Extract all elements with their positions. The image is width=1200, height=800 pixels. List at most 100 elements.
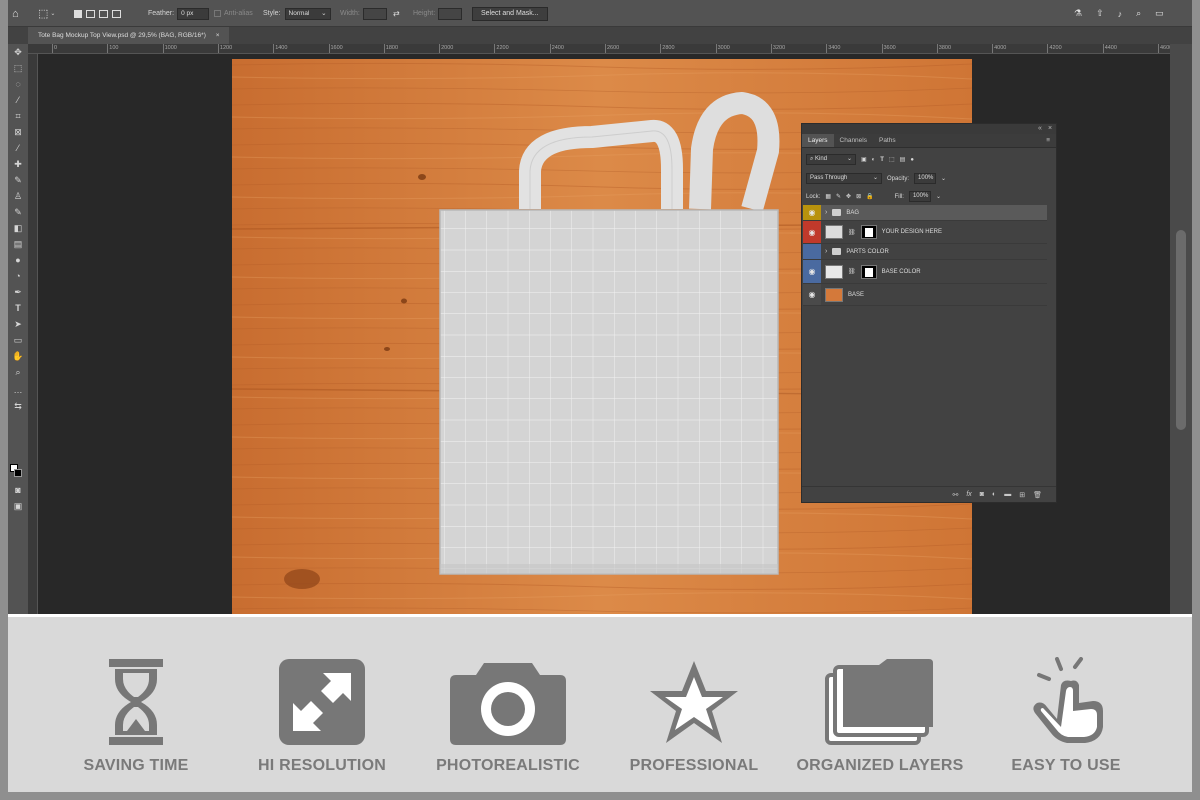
expand-chevron-icon[interactable]: › — [825, 248, 827, 255]
clone-stamp-icon[interactable]: ♙ — [10, 190, 26, 203]
style-select[interactable]: Normal ⌄ — [284, 7, 331, 20]
rectangle-icon[interactable]: ▭ — [10, 334, 26, 347]
rectangular-marquee-icon[interactable]: ⬚ — [10, 62, 26, 75]
adjustment-filter-icon[interactable]: ◐ — [872, 157, 876, 163]
width-input[interactable] — [362, 7, 387, 20]
add-selection-icon[interactable] — [86, 9, 95, 18]
workspace-icon[interactable]: ▭ — [1155, 8, 1164, 19]
add-mask-icon[interactable]: ◙ — [980, 491, 984, 498]
dodge-icon[interactable]: ◔ — [10, 270, 26, 283]
hand-icon[interactable]: ✋ — [10, 350, 26, 363]
layer-name: BAG — [846, 209, 860, 216]
feature-label: PHOTOREALISTIC — [436, 757, 580, 774]
brush-icon[interactable]: ✎ — [10, 174, 26, 187]
home-icon[interactable]: ⌂ — [12, 8, 19, 20]
collapse-icon[interactable]: « — [1038, 125, 1042, 132]
frame-icon[interactable]: ⊠ — [10, 126, 26, 139]
ruler-tick-label: 1200 — [217, 44, 233, 53]
feather-input[interactable]: 0 px — [177, 7, 210, 20]
type-icon[interactable]: T — [10, 302, 26, 315]
lock-position-icon[interactable]: ✥ — [846, 193, 851, 200]
new-group-icon[interactable]: ▬ — [1004, 491, 1011, 498]
screen-mode-icon[interactable]: ▣ — [10, 500, 26, 513]
flask-icon[interactable]: ⚗ — [1074, 8, 1082, 19]
link-layers-icon[interactable]: ⚯ — [952, 491, 958, 499]
visibility-eye-icon[interactable]: ◉ — [803, 284, 821, 305]
new-selection-icon[interactable] — [74, 9, 82, 18]
vertical-scrollbar[interactable] — [1170, 44, 1192, 614]
blend-mode-select[interactable]: Pass Through ⌄ — [806, 173, 882, 184]
layer-row[interactable]: ◉ BASE — [803, 284, 1047, 306]
layer-row[interactable]: ◉ ⛓ BASE COLOR — [803, 260, 1047, 284]
trash-icon[interactable]: 🗑 — [1033, 491, 1042, 499]
scrollbar-thumb[interactable] — [1176, 230, 1186, 430]
magic-wand-icon[interactable]: ⁄ — [10, 94, 26, 107]
quick-mask-icon[interactable]: ◙ — [10, 484, 26, 497]
path-selection-icon[interactable]: ➤ — [10, 318, 26, 331]
lock-artboard-icon[interactable]: ⊠ — [856, 193, 861, 200]
lock-transparency-icon[interactable]: ▦ — [825, 193, 831, 200]
gradient-icon[interactable]: ▤ — [10, 238, 26, 251]
fx-icon[interactable]: fx — [966, 491, 971, 498]
share-icon[interactable]: ⇧ — [1096, 8, 1104, 19]
tab-channels[interactable]: Channels — [834, 134, 873, 147]
type-filter-icon[interactable]: T — [880, 157, 884, 163]
tab-paths[interactable]: Paths — [873, 134, 902, 147]
healing-brush-icon[interactable]: ✚ — [10, 158, 26, 171]
blur-icon[interactable]: ● — [10, 254, 26, 267]
reset-colors-icon[interactable]: ⇆ — [10, 400, 26, 413]
adjustment-layer-icon[interactable]: ◐ — [992, 491, 996, 498]
search-icon[interactable]: ⌕ — [1136, 8, 1141, 19]
opacity-input[interactable]: 100% — [914, 173, 937, 184]
visibility-eye-icon[interactable]: ◉ — [803, 205, 821, 220]
chevron-down-icon[interactable]: ⌄ — [941, 175, 946, 182]
document-tab-bar: Tote Bag Mockup Top View.psd @ 29,5% (BA… — [8, 27, 1192, 44]
new-layer-icon[interactable]: ⊞ — [1019, 491, 1025, 499]
panel-footer: ⚯ fx ◙ ◐ ▬ ⊞ 🗑 — [802, 486, 1056, 502]
chevron-down-icon[interactable]: ⌄ — [50, 10, 55, 17]
close-panel-icon[interactable]: × — [1048, 125, 1052, 132]
eraser-icon[interactable]: ◧ — [10, 222, 26, 235]
close-icon[interactable]: × — [216, 32, 220, 39]
visibility-eye-icon[interactable] — [803, 244, 821, 259]
bell-icon[interactable]: ♪ — [1118, 9, 1123, 19]
fill-label: Fill: — [894, 193, 904, 200]
background-color-swatch[interactable] — [14, 469, 22, 477]
eyedropper-icon[interactable]: ⁄ — [10, 142, 26, 155]
shape-filter-icon[interactable]: ⬚ — [889, 156, 895, 163]
lock-image-icon[interactable]: ✎ — [836, 193, 841, 200]
layer-row[interactable]: ◉ ⛓ YOUR DESIGN HERE — [803, 221, 1047, 244]
filter-toggle-icon[interactable]: ● — [910, 157, 914, 163]
layer-row[interactable]: › PARTS COLOR — [803, 244, 1047, 260]
lasso-icon[interactable]: ◌ — [10, 78, 26, 91]
layer-row[interactable]: ◉ › BAG — [803, 205, 1047, 221]
zoom-icon[interactable]: ⌕ — [10, 366, 26, 379]
subtract-selection-icon[interactable] — [99, 9, 108, 18]
pen-icon[interactable]: ✒ — [10, 286, 26, 299]
document-tab[interactable]: Tote Bag Mockup Top View.psd @ 29,5% (BA… — [28, 27, 230, 44]
visibility-eye-icon[interactable]: ◉ — [803, 260, 821, 283]
visibility-eye-icon[interactable]: ◉ — [803, 221, 821, 243]
intersect-selection-icon[interactable] — [112, 9, 121, 18]
swap-icon[interactable]: ⇄ — [393, 9, 400, 18]
fill-input[interactable]: 100% — [908, 191, 931, 202]
height-input[interactable] — [438, 7, 463, 20]
expand-icon — [279, 659, 365, 745]
panel-menu-icon[interactable]: ≡ — [1040, 134, 1056, 147]
crop-icon[interactable]: ⌗ — [10, 110, 26, 123]
select-and-mask-button[interactable]: Select and Mask... — [472, 6, 548, 21]
kind-filter-select[interactable]: ⌕ Kind ⌄ — [806, 154, 856, 165]
link-icon: ⛓ — [848, 269, 856, 275]
lock-all-icon[interactable]: 🔒 — [866, 193, 873, 200]
move-tool-icon[interactable]: ✥ — [10, 46, 26, 59]
marquee-tool-icon[interactable]: ⬚ — [38, 7, 48, 20]
chevron-down-icon[interactable]: ⌄ — [936, 193, 941, 200]
tab-layers[interactable]: Layers — [802, 134, 834, 147]
smart-object-filter-icon[interactable]: ▤ — [900, 156, 906, 163]
pixel-filter-icon[interactable]: ▣ — [861, 156, 867, 163]
anti-alias-checkbox[interactable] — [214, 10, 221, 17]
expand-chevron-icon[interactable]: › — [825, 209, 827, 216]
history-brush-icon[interactable]: ✎ — [10, 206, 26, 219]
ruler-tick-label: 1400 — [273, 44, 288, 53]
more-tools-icon[interactable]: … — [10, 384, 26, 397]
